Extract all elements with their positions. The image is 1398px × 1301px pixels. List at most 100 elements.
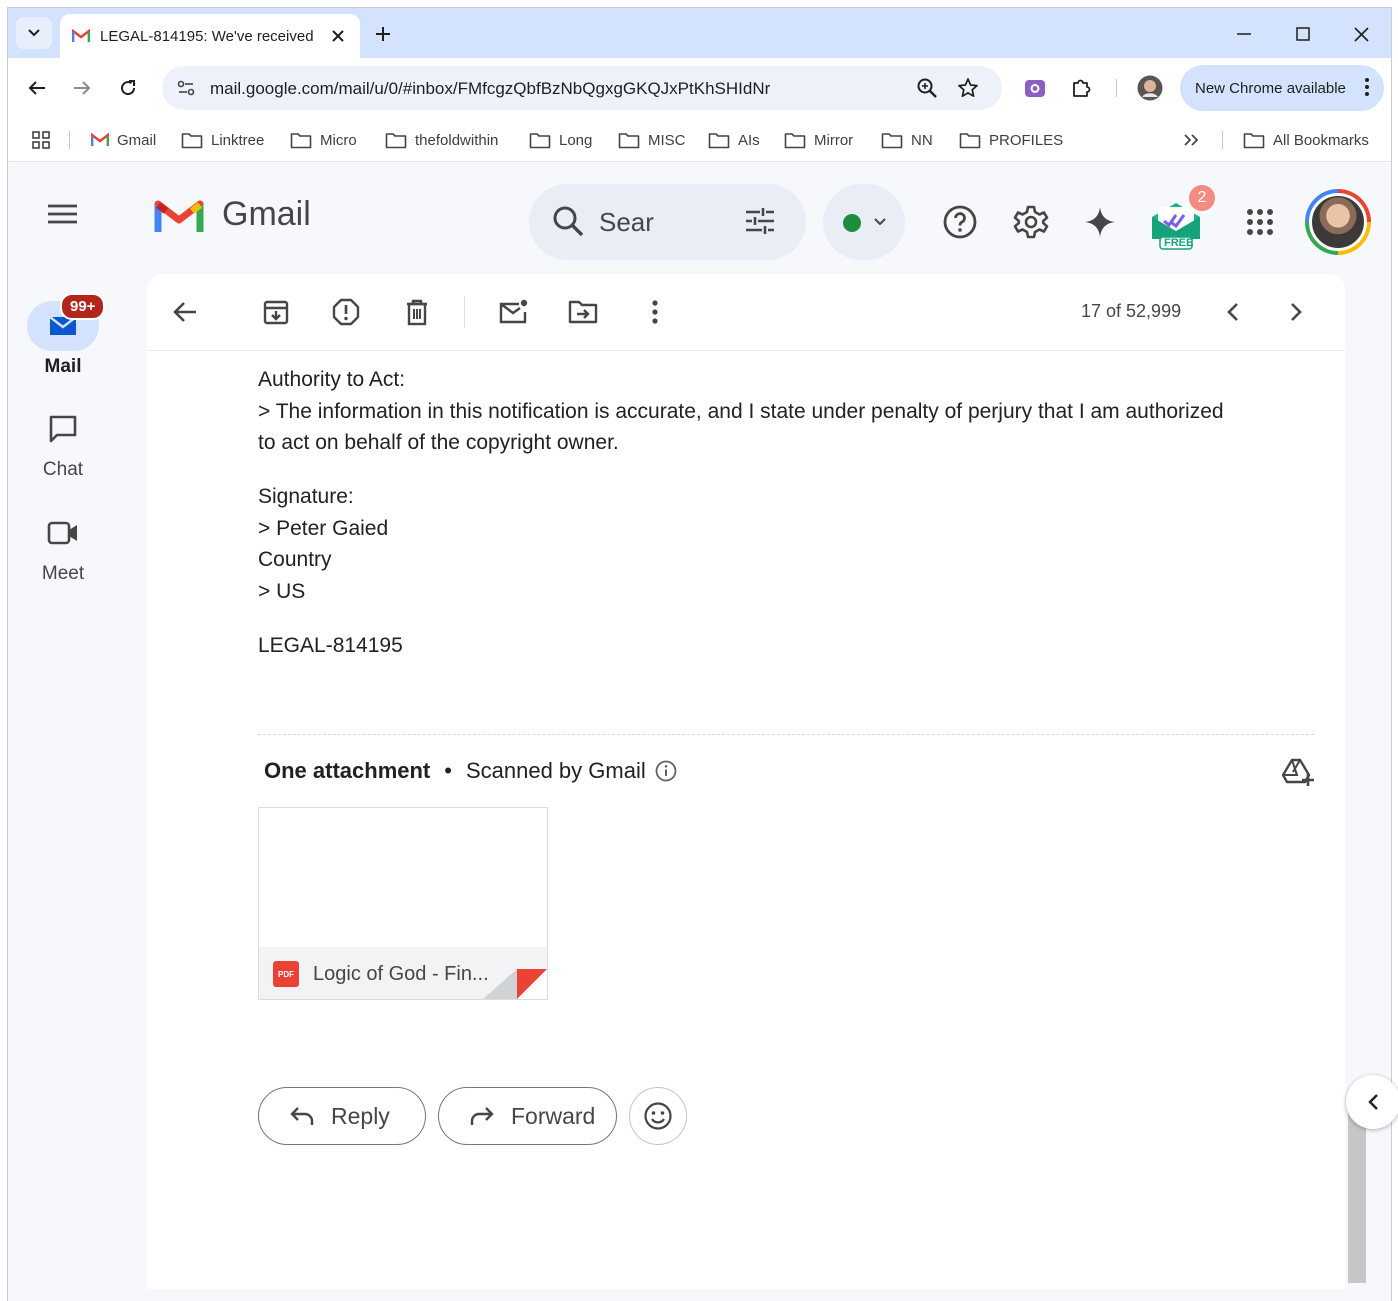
tab-search-button[interactable] xyxy=(16,17,52,49)
reply-arrow-icon xyxy=(290,1107,314,1125)
tab-close-icon[interactable] xyxy=(328,26,348,46)
bookmark-label: PROFILES xyxy=(989,131,1064,149)
bookmarks-divider xyxy=(1222,131,1223,149)
update-chrome-button[interactable]: New Chrome available xyxy=(1180,65,1384,111)
search-input[interactable]: Sear xyxy=(599,207,654,238)
bookmark-folder-linktree[interactable]: Linktree xyxy=(181,129,264,151)
older-message-button[interactable] xyxy=(1278,294,1314,330)
bookmark-label: NN xyxy=(911,131,933,149)
newer-message-button[interactable] xyxy=(1215,294,1251,330)
browser-toolbar: mail.google.com/mail/u/0/#inbox/FMfcgzQb… xyxy=(8,58,1391,118)
bookmark-gmail[interactable]: Gmail xyxy=(91,129,156,151)
authority-statement-line2: to act on behalf of the copyright owner. xyxy=(258,431,619,454)
attachments-count: One attachment xyxy=(264,758,431,783)
maximize-button[interactable] xyxy=(1289,20,1317,48)
mail-unread-badge: 99+ xyxy=(60,293,106,320)
bookmarks-overflow-button[interactable] xyxy=(1183,129,1207,151)
folder-icon xyxy=(181,132,203,148)
bookmark-folder-long[interactable]: Long xyxy=(529,129,592,151)
main-menu-button[interactable] xyxy=(44,199,82,229)
apps-shortcut[interactable] xyxy=(32,129,58,151)
search-options-icon[interactable] xyxy=(743,204,777,238)
reload-button[interactable] xyxy=(112,72,144,104)
all-bookmarks-button[interactable]: All Bookmarks xyxy=(1243,129,1369,151)
folder-icon xyxy=(784,132,806,148)
search-mail-box[interactable]: Sear xyxy=(529,184,806,260)
google-apps-button[interactable] xyxy=(1238,200,1282,244)
bookmark-label: AIs xyxy=(738,131,760,149)
site-settings-icon[interactable] xyxy=(176,78,196,98)
side-panel-toggle[interactable] xyxy=(1346,1075,1398,1129)
more-actions-button[interactable] xyxy=(637,294,673,330)
chevron-right-icon xyxy=(1291,303,1302,321)
settings-button[interactable] xyxy=(1009,200,1053,244)
bookmark-folder-micro[interactable]: Micro xyxy=(290,129,357,151)
arrow-left-icon xyxy=(173,302,196,322)
bookmark-folder-misc[interactable]: MISC xyxy=(618,129,686,151)
search-icon[interactable] xyxy=(551,204,585,238)
info-icon[interactable] xyxy=(655,760,677,782)
account-avatar[interactable] xyxy=(1305,189,1371,255)
folder-icon xyxy=(1243,132,1265,148)
signature-value: > Peter Gaied xyxy=(258,517,389,540)
profile-avatar-icon xyxy=(1137,75,1163,101)
folder-icon xyxy=(959,132,981,148)
more-vert-icon xyxy=(652,300,658,324)
gmail-icon xyxy=(91,133,109,146)
add-to-drive-button[interactable] xyxy=(1281,757,1314,792)
rail-meet-label[interactable]: Meet xyxy=(8,563,118,585)
arrow-left-icon xyxy=(28,81,45,95)
minimize-button[interactable] xyxy=(1230,20,1258,48)
gear-icon xyxy=(1013,205,1049,239)
support-button[interactable] xyxy=(938,200,982,244)
new-tab-button[interactable] xyxy=(370,21,396,47)
report-icon xyxy=(332,298,360,326)
rail-mail-label[interactable]: Mail xyxy=(8,356,118,378)
gemini-button[interactable] xyxy=(1078,200,1122,244)
zoom-icon[interactable] xyxy=(916,77,938,99)
rail-meet-button[interactable] xyxy=(27,508,99,558)
rail-chat-button[interactable] xyxy=(27,404,99,454)
rail-chat-label[interactable]: Chat xyxy=(8,459,118,481)
signature-heading: Signature: xyxy=(258,485,354,508)
bookmark-star-icon[interactable] xyxy=(957,77,979,99)
status-selector[interactable] xyxy=(823,184,905,260)
bookmark-folder-ais[interactable]: AIs xyxy=(708,129,760,151)
mark-unread-button[interactable] xyxy=(495,294,531,330)
report-spam-button[interactable] xyxy=(328,294,364,330)
scrollbar-thumb[interactable] xyxy=(1348,1113,1366,1283)
move-to-button[interactable] xyxy=(565,294,601,330)
address-bar[interactable]: mail.google.com/mail/u/0/#inbox/FMfcgzQb… xyxy=(162,66,1002,110)
archive-button[interactable] xyxy=(258,294,294,330)
hamburger-menu-icon xyxy=(48,204,77,224)
separator-dot: • xyxy=(444,758,452,783)
back-button[interactable] xyxy=(21,72,53,104)
profile-button[interactable] xyxy=(1134,72,1166,104)
page-fold-icon xyxy=(483,969,547,999)
maximize-icon xyxy=(1296,27,1310,41)
chevron-down-icon xyxy=(28,29,40,37)
message-view: 17 of 52,999 Authority to Act: > The inf… xyxy=(147,274,1345,1289)
bookmark-folder-profiles[interactable]: PROFILES xyxy=(959,129,1063,151)
back-to-inbox-button[interactable] xyxy=(167,294,203,330)
country-heading: Country xyxy=(258,548,332,571)
tab-active[interactable]: LEGAL-814195: We've received xyxy=(60,14,360,58)
double-chevron-right-icon xyxy=(1184,134,1199,146)
gmail-logo[interactable]: Gmail xyxy=(154,195,311,234)
delete-button[interactable] xyxy=(399,294,435,330)
attachments-divider xyxy=(258,734,1314,735)
tab-title: LEGAL-814195: We've received xyxy=(100,27,314,45)
emoji-react-button[interactable] xyxy=(629,1087,687,1145)
forward-nav-button[interactable] xyxy=(66,72,98,104)
authority-statement-line1: > The information in this notification i… xyxy=(258,400,1224,423)
screenshot-extension-button[interactable] xyxy=(1019,72,1051,104)
bookmark-folder-nn[interactable]: NN xyxy=(881,129,933,151)
attachment-card[interactable]: PDF Logic of God - Fin... xyxy=(258,807,548,1000)
close-window-button[interactable] xyxy=(1347,20,1375,48)
bookmark-folder-mirror[interactable]: Mirror xyxy=(784,129,853,151)
folder-icon xyxy=(385,132,407,148)
forward-button[interactable]: Forward xyxy=(438,1087,617,1145)
extensions-button[interactable] xyxy=(1065,72,1097,104)
reply-button[interactable]: Reply xyxy=(258,1087,426,1145)
bookmark-folder-thefoldwithin[interactable]: thefoldwithin xyxy=(385,129,498,151)
